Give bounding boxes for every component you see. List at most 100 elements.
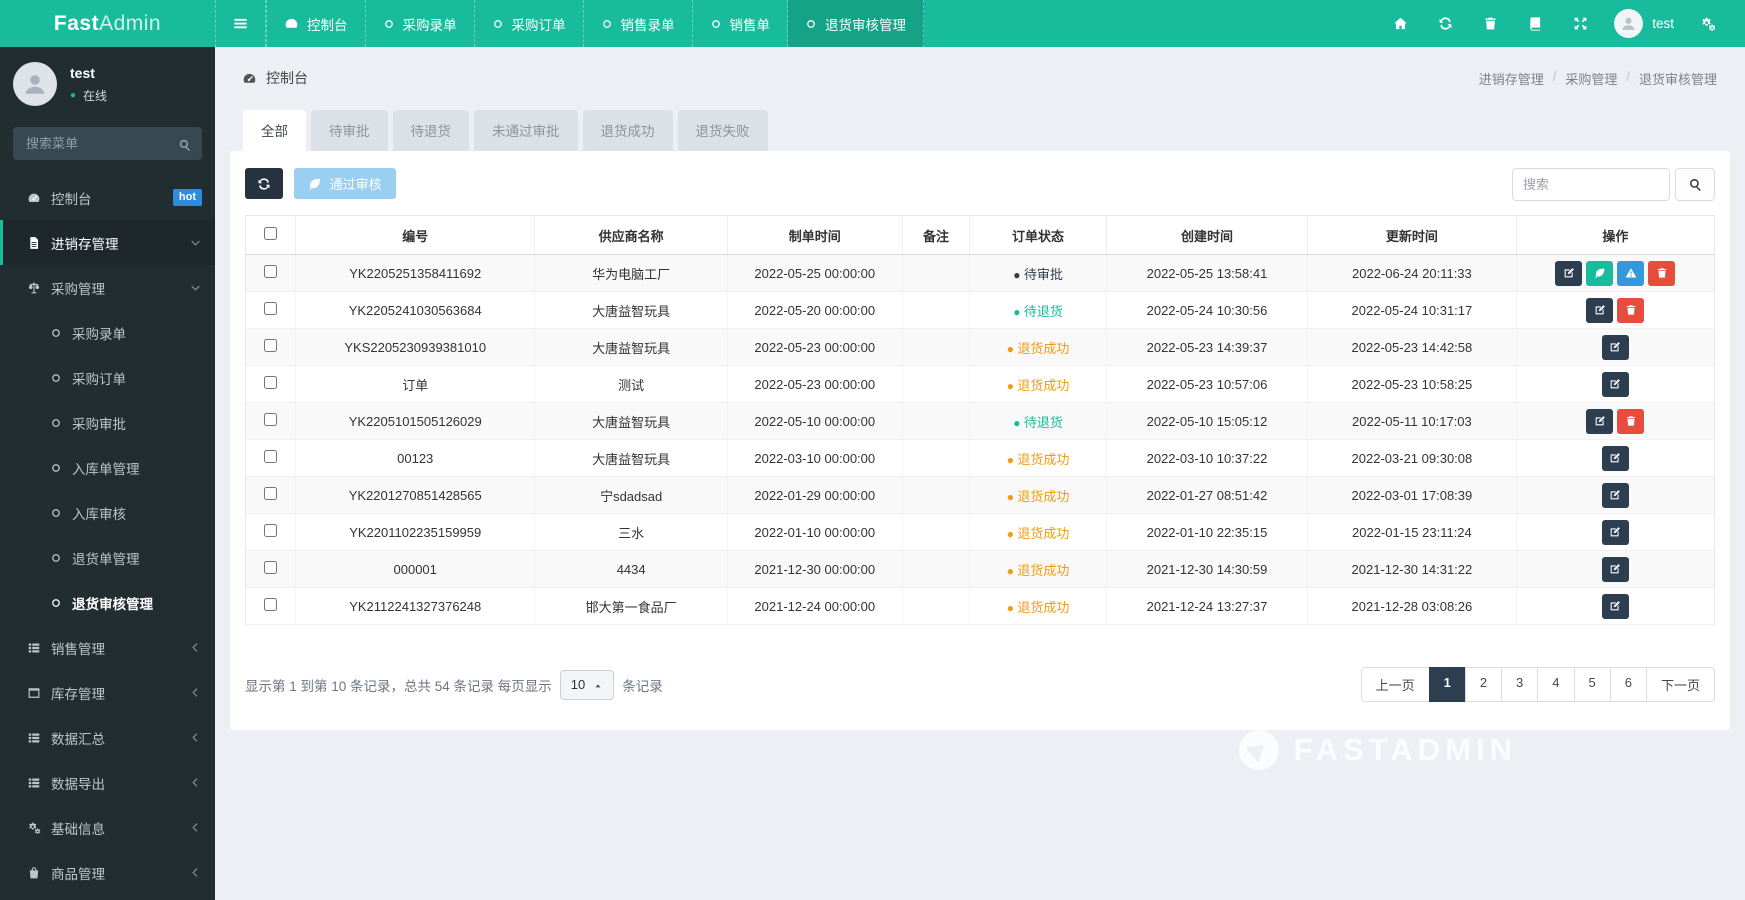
sidebar-item[interactable]: 数据汇总 [0, 715, 215, 760]
sidebar-item[interactable]: 采购管理 [0, 265, 215, 310]
user-icon [22, 71, 48, 97]
page-4[interactable]: 4 [1537, 667, 1575, 702]
edit-button[interactable] [1601, 556, 1629, 582]
sidebar-item[interactable]: 退货审核管理 [0, 580, 215, 625]
select-all-checkbox[interactable] [264, 227, 277, 240]
reject-button[interactable] [1617, 260, 1645, 286]
edit-button[interactable] [1586, 408, 1614, 434]
row-checkbox[interactable] [264, 339, 277, 352]
row-checkbox[interactable] [264, 265, 277, 278]
column-header[interactable]: 更新时间 [1307, 215, 1517, 255]
sidebar-item[interactable]: 销售管理 [0, 625, 215, 670]
breadcrumb-item[interactable]: 进销存管理 [1479, 69, 1544, 88]
page-size-select[interactable]: 10 [559, 669, 615, 700]
edit-button[interactable] [1601, 593, 1629, 619]
top-tab[interactable]: 采购订单 [475, 0, 584, 47]
status-badge: 退货成功 [1007, 452, 1070, 467]
delete-button[interactable] [1617, 297, 1645, 323]
filter-tab[interactable]: 退货成功 [582, 110, 673, 151]
breadcrumb-item[interactable]: 采购管理 [1565, 69, 1617, 88]
sidebar-item[interactable]: 基础信息 [0, 805, 215, 850]
page-prev[interactable]: 上一页 [1360, 667, 1430, 702]
avatar[interactable] [13, 62, 57, 106]
search-icon[interactable] [178, 136, 192, 152]
sidebar-item[interactable]: 入库单管理 [0, 445, 215, 490]
menu-search-input[interactable] [13, 127, 202, 160]
page-3[interactable]: 3 [1501, 667, 1539, 702]
settings-button[interactable] [1685, 0, 1731, 47]
supplier: 大唐益智玩具 [534, 402, 728, 440]
column-header[interactable]: 供应商名称 [534, 215, 728, 255]
edit-button[interactable] [1555, 260, 1583, 286]
column-header[interactable]: 编号 [295, 215, 536, 255]
edit-button[interactable] [1601, 445, 1629, 471]
delete-button[interactable] [1648, 260, 1676, 286]
filter-tab[interactable]: 待退货 [392, 110, 469, 151]
approve-button[interactable] [1586, 260, 1614, 286]
row-actions [1516, 254, 1715, 292]
sidebar-item[interactable]: 采购录单 [0, 310, 215, 355]
column-header[interactable]: 制单时间 [727, 215, 903, 255]
refresh-button[interactable] [245, 168, 283, 199]
home-button[interactable] [1378, 0, 1423, 47]
page-1[interactable]: 1 [1428, 667, 1466, 702]
order-no: YK2205101505126029 [295, 402, 536, 440]
sidebar-item[interactable]: 商品管理 [0, 850, 215, 895]
sidebar-item[interactable]: 库存管理 [0, 670, 215, 715]
edit-button[interactable] [1586, 297, 1614, 323]
app-logo[interactable]: Fast Admin [0, 0, 215, 47]
sidebar-toggle-button[interactable] [215, 0, 266, 47]
created-time: 2022-05-23 14:39:37 [1106, 328, 1309, 366]
row-checkbox[interactable] [264, 487, 277, 500]
table-search-input[interactable] [1512, 168, 1670, 201]
sidebar-item[interactable]: 采购订单 [0, 355, 215, 400]
row-checkbox[interactable] [264, 561, 277, 574]
row-checkbox[interactable] [264, 524, 277, 537]
column-header[interactable]: 备注 [902, 215, 971, 255]
table-search-button[interactable] [1675, 168, 1715, 201]
refresh-button[interactable] [1423, 0, 1468, 47]
sidebar-item[interactable]: 退货单管理 [0, 535, 215, 580]
top-tab[interactable]: 退货审核管理 [788, 0, 924, 47]
list-icon [28, 732, 40, 743]
top-tab[interactable]: 销售录单 [584, 0, 693, 47]
edit-button[interactable] [1601, 334, 1629, 360]
fullscreen-button[interactable] [1558, 0, 1603, 47]
approve-selected-button[interactable]: 通过审核 [293, 168, 396, 199]
filter-tab[interactable]: 未通过审批 [474, 110, 578, 151]
row-checkbox[interactable] [264, 413, 277, 426]
sidebar-item[interactable]: 控制台 hot [0, 175, 215, 220]
column-header[interactable]: 操作 [1516, 215, 1715, 255]
page-5[interactable]: 5 [1573, 667, 1611, 702]
clear-cache-button[interactable] [1468, 0, 1513, 47]
top-tab[interactable]: 销售单 [693, 0, 788, 47]
edit-button[interactable] [1601, 519, 1629, 545]
page-next[interactable]: 下一页 [1645, 667, 1715, 702]
breadcrumb-item[interactable]: 退货审核管理 [1639, 69, 1717, 88]
updated-time: 2022-01-15 23:11:24 [1307, 513, 1517, 551]
edit-button[interactable] [1601, 371, 1629, 397]
delete-button[interactable] [1617, 408, 1645, 434]
user-menu[interactable]: test [1603, 9, 1685, 38]
page-6[interactable]: 6 [1609, 667, 1647, 702]
sidebar-item[interactable]: 数据导出 [0, 760, 215, 805]
row-checkbox[interactable] [264, 376, 277, 389]
filter-tab[interactable]: 待审批 [311, 110, 388, 151]
column-header[interactable]: 创建时间 [1106, 215, 1309, 255]
top-tab[interactable]: 控制台 [266, 0, 366, 47]
filter-tab[interactable]: 全部 [243, 110, 306, 151]
sidebar-item-label: 进销存管理 [51, 236, 119, 252]
sidebar-item[interactable]: 采购审批 [0, 400, 215, 445]
sidebar-item[interactable]: 进销存管理 [0, 220, 215, 265]
page-2[interactable]: 2 [1464, 667, 1503, 702]
sidebar-item[interactable]: 入库审核 [0, 490, 215, 535]
column-header[interactable]: 订单状态 [969, 215, 1107, 255]
top-tab[interactable]: 采购录单 [366, 0, 475, 47]
row-checkbox[interactable] [264, 302, 277, 315]
docs-button[interactable] [1513, 0, 1558, 47]
row-checkbox[interactable] [264, 450, 277, 463]
filter-tab[interactable]: 退货失败 [677, 110, 768, 151]
edit-button[interactable] [1601, 482, 1629, 508]
row-checkbox[interactable] [264, 598, 277, 611]
select-all-header[interactable] [245, 215, 296, 255]
